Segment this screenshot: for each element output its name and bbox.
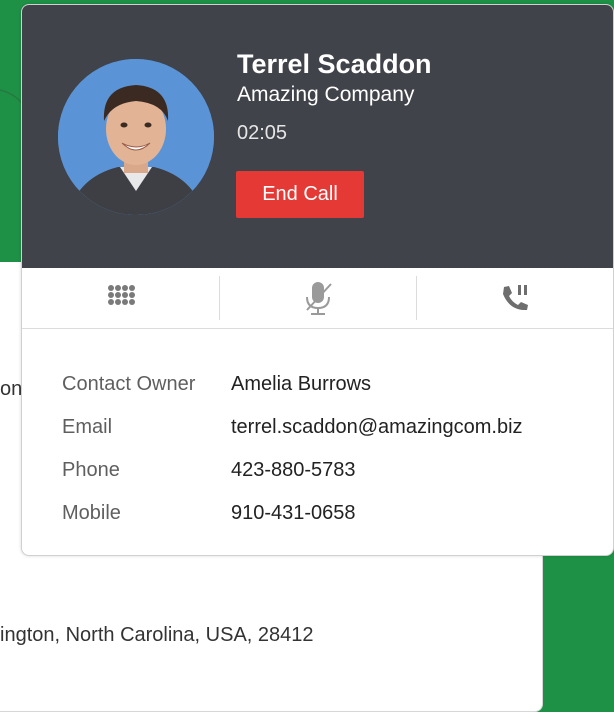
phone-value[interactable]: 423-880-5783 — [231, 459, 356, 482]
call-popup: Terrel Scaddon Amazing Company 02:05 End… — [21, 4, 614, 556]
caller-name: Terrel Scaddon — [237, 49, 432, 79]
contact-details: Contact Owner Amelia Burrows Email terre… — [62, 373, 523, 545]
hold-button[interactable] — [416, 268, 613, 328]
email-value[interactable]: terrel.scaddon@amazingcom.biz — [231, 416, 523, 439]
dialpad-button[interactable] — [22, 268, 219, 328]
detail-row-email: Email terrel.scaddon@amazingcom.biz — [62, 416, 523, 459]
detail-row-mobile: Mobile 910-431-0658 — [62, 502, 523, 545]
mobile-label: Mobile — [62, 502, 121, 524]
end-call-button[interactable]: End Call — [236, 171, 364, 218]
mute-button[interactable] — [219, 268, 416, 328]
call-header: Terrel Scaddon Amazing Company 02:05 End… — [22, 5, 613, 268]
detail-row-phone: Phone 423-880-5783 — [62, 459, 523, 502]
phone-label: Phone — [62, 459, 120, 481]
background-text-fragment: on — [0, 378, 23, 400]
call-toolbar — [22, 268, 613, 329]
background-address-fragment: ington, North Carolina, USA, 28412 — [0, 624, 314, 646]
dialpad-icon — [107, 285, 135, 305]
mic-muted-icon — [305, 282, 332, 315]
avatar — [58, 59, 214, 215]
call-timer: 02:05 — [237, 122, 288, 144]
contact-owner-value: Amelia Burrows — [231, 373, 372, 395]
contact-owner-label: Contact Owner — [62, 373, 196, 395]
call-hold-icon — [502, 285, 528, 311]
detail-row-owner: Contact Owner Amelia Burrows — [62, 373, 523, 416]
email-label: Email — [62, 416, 113, 438]
mobile-value[interactable]: 910-431-0658 — [231, 502, 356, 525]
caller-company: Amazing Company — [237, 83, 415, 106]
